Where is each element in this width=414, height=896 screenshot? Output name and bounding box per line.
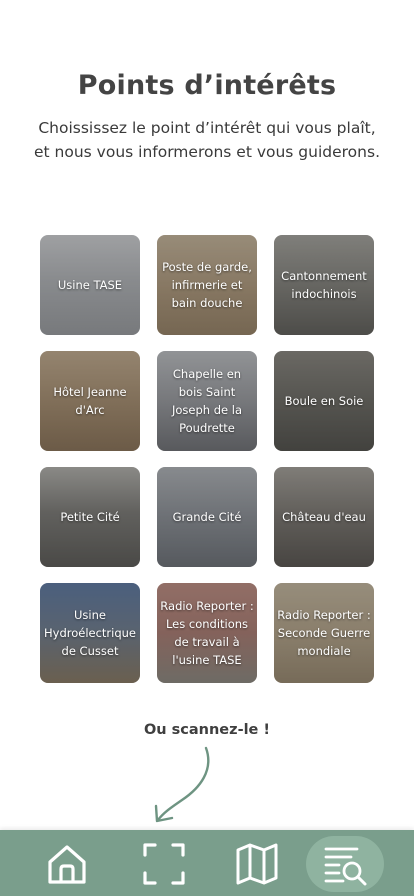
nav-home[interactable] [37, 836, 97, 892]
scan-prompt: Ou scannez-le ! [143, 722, 271, 738]
point-label: Radio Reporter : Seconde Guerre mondiale [277, 608, 371, 658]
point-label: Grande Cité [172, 510, 242, 524]
points-grid: Usine TASE Poste de garde, infirmerie et… [40, 235, 374, 683]
point-card-petite-cite[interactable]: Petite Cité [40, 467, 140, 567]
list-search-icon [324, 847, 367, 886]
point-label: Hôtel Jeanne d'Arc [53, 385, 127, 417]
point-label: Château d'eau [282, 510, 366, 524]
point-card-grande-cite[interactable]: Grande Cité [157, 467, 257, 567]
page-subtitle: Choississez le point d’intérêt qui vous … [33, 119, 380, 161]
point-card-chateau-deau[interactable]: Château d'eau [274, 467, 374, 567]
point-card-hotel-jeanne-darc[interactable]: Hôtel Jeanne d'Arc [40, 351, 140, 451]
point-card-cantonnement[interactable]: Cantonnement indochinois [274, 235, 374, 335]
point-label: Petite Cité [60, 510, 120, 524]
point-card-usine-hydroelectrique[interactable]: Usine Hydroélectrique de Cusset [40, 583, 140, 683]
scan-icon [143, 843, 185, 885]
nav-scan[interactable] [134, 836, 194, 892]
page-title: Points d’intérêts [77, 70, 337, 101]
point-card-radio-reporter-conditions[interactable]: Radio Reporter : Les conditions de trava… [157, 583, 257, 683]
home-icon [48, 845, 86, 884]
point-label: Chapelle en bois Saint Joseph de la Poud… [171, 367, 242, 435]
point-label: Radio Reporter : Les conditions de trava… [160, 599, 254, 667]
point-label: Usine TASE [57, 278, 123, 292]
point-card-chapelle[interactable]: Chapelle en bois Saint Joseph de la Poud… [157, 351, 257, 451]
point-card-boule-en-soie[interactable]: Boule en Soie [274, 351, 374, 451]
point-card-radio-reporter-guerre[interactable]: Radio Reporter : Seconde Guerre mondiale [274, 583, 374, 683]
point-label: Usine Hydroélectrique de Cusset [43, 608, 137, 658]
bottom-nav [0, 830, 414, 896]
point-label: Boule en Soie [284, 394, 364, 408]
nav-points-list[interactable] [306, 836, 384, 892]
point-card-usine-tase[interactable]: Usine TASE [40, 235, 140, 335]
point-card-poste-de-garde[interactable]: Poste de garde, infirmerie et bain douch… [157, 235, 257, 335]
nav-map[interactable] [227, 836, 287, 892]
map-icon [236, 843, 278, 885]
curved-arrow-icon [154, 746, 210, 823]
point-label: Cantonnement indochinois [281, 269, 367, 301]
point-label: Poste de garde, infirmerie et bain douch… [162, 260, 252, 310]
